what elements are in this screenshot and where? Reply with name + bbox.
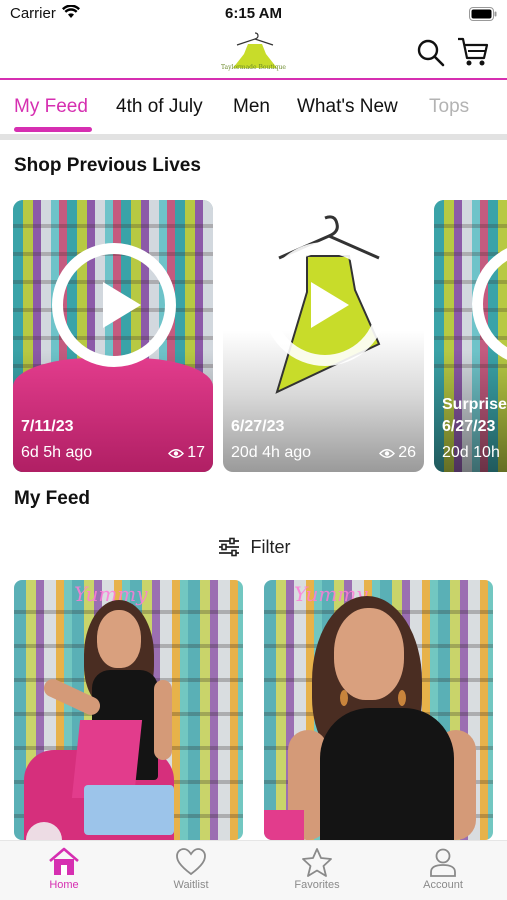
eye-icon [379,448,396,458]
nav-waitlist-label: Waitlist [173,879,209,891]
app-header: Taylormade Boutique [0,28,507,80]
tab-tops[interactable]: Tops [429,96,469,118]
nav-home[interactable]: Home [19,847,109,891]
previous-lives-heading: Shop Previous Lives [14,155,201,176]
live-title: Surprise [442,396,507,413]
bottom-tab-bar: Home Waitlist Favorites Account [0,840,507,900]
live-date: 6/27/23 [231,418,285,435]
cart-icon[interactable] [456,36,490,68]
clock: 6:15 AM [225,5,282,22]
feed-post[interactable]: Yummy [264,580,493,840]
blue-shorts [84,785,174,835]
tabs-divider [0,134,507,140]
live-views: 17 [168,444,205,462]
status-bar: Carrier 6:15 AM [0,0,507,30]
eye-icon [168,448,185,458]
nav-waitlist[interactable]: Waitlist [146,847,236,891]
nav-account-label: Account [423,879,463,891]
filter-button[interactable]: Filter [0,534,507,560]
my-feed-heading: My Feed [14,488,91,509]
heart-icon [176,848,206,876]
live-date: 6/27/23 [442,418,496,435]
nav-home-label: Home [49,879,79,891]
search-icon[interactable] [416,38,446,68]
live-views: 26 [379,444,416,462]
nav-favorites[interactable]: Favorites [272,847,362,891]
active-tab-indicator [14,127,92,132]
live-ago: 20d 10h [442,444,500,461]
person-face [97,610,141,668]
sliders-icon [218,537,239,557]
filter-label: Filter [250,536,291,557]
live-view-count: 26 [398,444,416,461]
tab-my-feed[interactable]: My Feed [14,96,88,118]
live-card[interactable]: 6/27/23 20d 4h ago 26 [223,200,424,472]
feed-post[interactable]: Yummy [14,580,243,840]
tab-4th-of-july[interactable]: 4th of July [116,96,203,118]
category-tabs: My Feed 4th of July Men What's New Tops [0,82,507,134]
star-icon [302,848,332,877]
play-triangle-icon [311,282,349,328]
person-top [320,708,454,840]
person-face [334,608,404,700]
tab-whats-new[interactable]: What's New [297,96,398,118]
live-view-count: 17 [187,444,205,461]
person-icon [430,848,456,877]
live-ago: 20d 4h ago [231,444,312,461]
nav-favorites-label: Favorites [294,879,340,891]
live-ago: 6d 5h ago [21,444,93,461]
live-card[interactable]: 7/11/23 6d 5h ago 17 [13,200,213,472]
play-triangle-icon [103,282,141,328]
nav-account[interactable]: Account [398,847,488,891]
battery-icon [469,7,497,21]
tab-men[interactable]: Men [233,96,270,118]
home-icon [49,847,79,875]
live-date: 7/11/23 [21,418,74,435]
live-card[interactable]: Surprise 6/27/23 20d 10h [434,200,507,472]
